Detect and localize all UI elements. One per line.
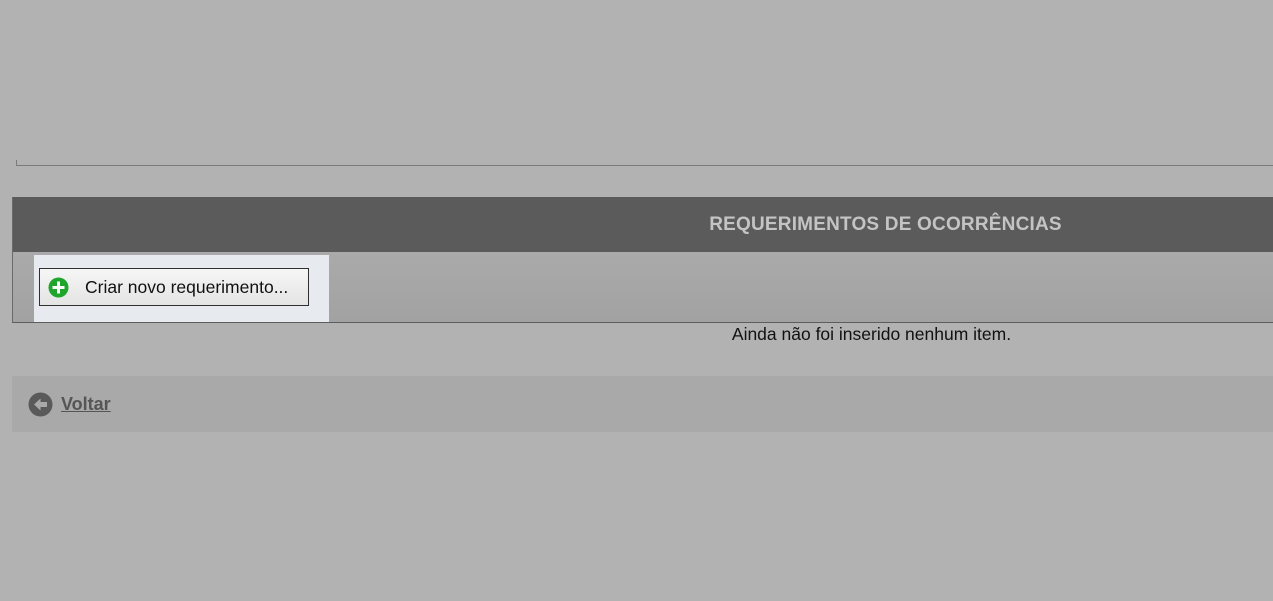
panel-toolbar: Criar novo requerimento... [13,252,1273,322]
page: REQUERIMENTOS DE OCORRÊNCIAS Criar novo … [0,0,1273,601]
panel-title: REQUERIMENTOS DE OCORRÊNCIAS [709,213,1062,235]
footer-bar: Voltar [12,376,1273,432]
panel-header: REQUERIMENTOS DE OCORRÊNCIAS [13,197,1273,252]
back-link[interactable]: Voltar [28,392,111,417]
requirements-panel: REQUERIMENTOS DE OCORRÊNCIAS Criar novo … [12,197,1273,323]
create-requirement-label: Criar novo requerimento... [85,276,289,297]
create-requirement-button[interactable]: Criar novo requerimento... [39,268,309,306]
arrow-left-circle-icon [28,392,53,417]
top-divider [16,165,1273,166]
back-link-label: Voltar [61,393,111,414]
empty-list-message: Ainda não foi inserido nenhum item. [731,324,1012,344]
plus-circle-icon [48,277,69,298]
